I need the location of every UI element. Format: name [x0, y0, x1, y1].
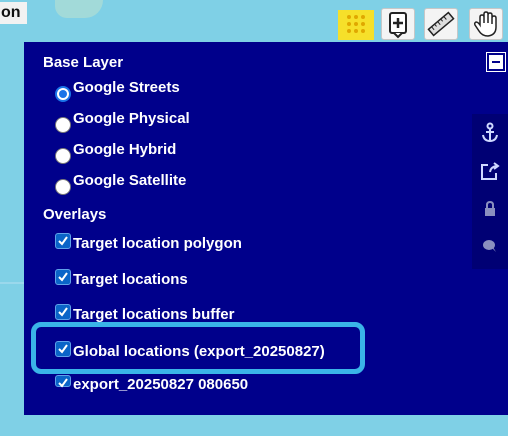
overlay-checkbox[interactable] — [55, 375, 71, 388]
base-layer-radio[interactable] — [55, 117, 71, 133]
base-layer-label: Google Physical — [73, 110, 190, 127]
overlay-label: export_20250827 080650 — [73, 376, 249, 393]
anchor-button[interactable] — [472, 114, 508, 150]
hand-icon — [473, 11, 497, 37]
checkmark-icon — [58, 272, 68, 282]
bubble-icon — [483, 240, 496, 252]
measure-button[interactable] — [424, 8, 458, 40]
pan-button[interactable] — [469, 8, 503, 40]
share-button[interactable] — [472, 152, 508, 188]
overlay-checkbox[interactable] — [55, 269, 71, 285]
map-landmass — [55, 0, 103, 18]
zoom-box-button[interactable] — [381, 8, 415, 40]
overlay-label: Target location polygon — [73, 235, 242, 252]
zoom-box-icon — [389, 12, 407, 39]
grid-tool-button[interactable] — [338, 10, 374, 40]
base-layer-label: Google Hybrid — [73, 141, 177, 158]
base-layer-radio[interactable] — [55, 179, 71, 195]
checkmark-icon — [58, 307, 68, 317]
overlay-checkbox[interactable] — [55, 233, 71, 249]
map-grid-line — [0, 282, 24, 284]
ruler-icon — [427, 11, 455, 37]
checkmark-icon — [58, 236, 68, 246]
overlay-label: Target locations buffer — [73, 306, 235, 323]
share-icon — [481, 162, 500, 180]
lock-button[interactable] — [472, 192, 508, 228]
side-toolbar — [472, 114, 508, 269]
minimize-button[interactable] — [486, 52, 506, 72]
base-layer-label: Google Streets — [73, 79, 180, 96]
overlay-label: Target locations — [73, 271, 188, 288]
overlays-title: Overlays — [43, 206, 107, 223]
base-layer-title: Base Layer — [43, 54, 124, 71]
overlay-checkbox[interactable] — [55, 304, 71, 320]
checkmark-icon — [58, 378, 68, 388]
comment-button[interactable] — [472, 230, 508, 266]
grid-icon — [347, 15, 365, 33]
highlight-box — [31, 322, 365, 374]
anchor-icon — [482, 122, 498, 143]
lock-icon — [485, 200, 495, 216]
base-layer-radio[interactable] — [55, 86, 71, 102]
base-layer-label: Google Satellite — [73, 172, 187, 189]
base-layer-radio[interactable] — [55, 148, 71, 164]
map-title: on — [0, 2, 27, 24]
